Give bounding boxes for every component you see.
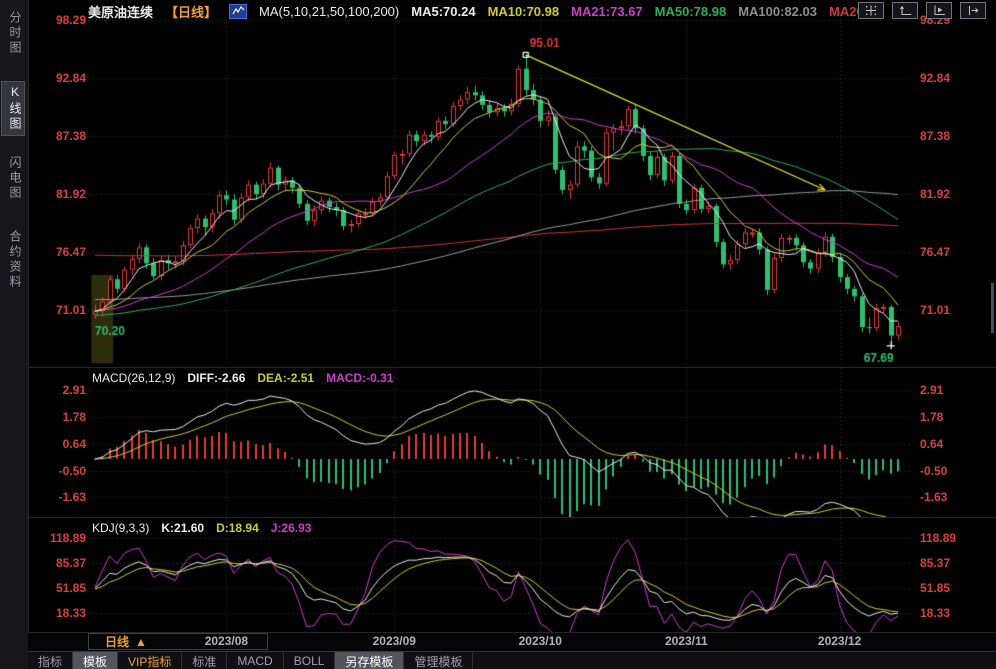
x-axis-date: 2023/08 [205, 634, 248, 648]
kdj-header: KDJ(9,3,3) K:21.60 D:18.94 J:26.93 [92, 521, 311, 535]
y-axis-tick: 18.33 [920, 606, 990, 620]
tab-vip-indicators[interactable]: VIP指标 [118, 652, 182, 669]
macd-title: MACD(26,12,9) [92, 371, 175, 385]
main-kline-chart[interactable] [88, 10, 910, 366]
tab-save-template[interactable]: 另存模板 [335, 652, 404, 669]
crosshair-icon[interactable] [858, 2, 884, 19]
line-chart-icon[interactable] [229, 4, 247, 19]
pan-right-icon[interactable] [960, 2, 986, 19]
y-axis-tick: 87.38 [920, 129, 990, 143]
y-axis-tick: 18.33 [28, 606, 86, 620]
x-axis-row: 日线 ▲ 2023/082023/092023/102023/112023/12 [28, 633, 996, 651]
ma-value: MA10:70.98 [488, 4, 560, 19]
ma-value: MA21:73.67 [571, 4, 643, 19]
kdj-value: J:26.93 [271, 521, 312, 535]
axis-zoom-icon[interactable] [892, 2, 918, 19]
x-axis-dates: 2023/08 2023/09 2023/10 2023/11 2023/12 [88, 634, 910, 650]
y-axis-tick: -0.50 [28, 464, 86, 478]
x-axis-date: 2023/09 [373, 634, 416, 648]
y-axis-tick: 2.91 [920, 383, 990, 397]
y-axis-tick: 92.84 [28, 71, 86, 85]
y-axis-tick: -0.50 [920, 464, 990, 478]
ma-value: MA50:78.98 [655, 4, 727, 19]
kdj-value: D:18.94 [216, 521, 259, 535]
y-axis-tick: 71.01 [28, 303, 86, 317]
tab-indicators[interactable]: 指标 [28, 652, 73, 669]
y-axis-tick: 76.47 [28, 245, 86, 259]
sidebar-item-flash-chart[interactable]: 闪电图 [2, 153, 24, 204]
axis-play-icon[interactable] [926, 2, 952, 19]
period-tag: 【日线】 [165, 2, 217, 21]
y-axis-tick: 81.92 [28, 187, 86, 201]
y-axis-tick: 1.78 [920, 410, 990, 424]
y-axis-tick: 118.89 [920, 531, 990, 545]
trading-app: 分时图 K线图闪电图合约资料 美原油连续 【日线】 MA(5,10,21,50,1… [0, 0, 996, 669]
macd-chart[interactable] [88, 368, 910, 517]
tab-boll[interactable]: BOLL [284, 652, 336, 669]
sidebar-item-contract-info[interactable]: 合约资料 [2, 227, 24, 293]
scrollbar-thumb[interactable] [991, 283, 994, 333]
ma-value: MA5:70.24 [411, 4, 475, 19]
y-axis-tick: 2.91 [28, 383, 86, 397]
chart-toolbar [858, 2, 986, 19]
y-axis-tick: 1.78 [28, 410, 86, 424]
macd-value: DEA:-2.51 [257, 371, 314, 385]
y-axis-tick: 85.37 [28, 556, 86, 570]
y-axis-tick: 0.64 [28, 437, 86, 451]
sidebar-item-kline-chart[interactable]: K线图 [2, 82, 24, 135]
kdj-title: KDJ(9,3,3) [92, 521, 149, 535]
symbol-name: 美原油连续 [88, 2, 153, 21]
ma-values: MA5:70.24 MA10:70.98 MA21:73.67 MA50:78.98 M… [411, 4, 882, 19]
y-axis-tick: 118.89 [28, 531, 86, 545]
tab-macd[interactable]: MACD [227, 652, 283, 669]
y-axis-tick: -1.63 [920, 490, 990, 504]
y-axis-left: 98.29 92.84 87.38 81.92 76.47 71.01 2.91 1.78 0.… [28, 0, 86, 669]
kdj-values: K:21.60 D:18.94 J:26.93 [161, 521, 311, 535]
tab-templates[interactable]: 模板 [73, 652, 118, 669]
y-axis-tick: -1.63 [28, 490, 86, 504]
y-axis-tick: 76.47 [920, 245, 990, 259]
bottom-tab-bar: 指标模板VIP指标标准MACDBOLL另存模板管理模板 [28, 651, 996, 669]
kdj-value: K:21.60 [161, 521, 204, 535]
tab-manage-template[interactable]: 管理模板 [404, 652, 473, 669]
y-axis-tick: 81.92 [920, 187, 990, 201]
y-axis-tick: 85.37 [920, 556, 990, 570]
ma-caption: MA(5,10,21,50,100,200) [259, 4, 399, 19]
x-axis-date: 2023/12 [818, 634, 861, 648]
macd-header: MACD(26,12,9) DIFF:-2.66 DEA:-2.51 MACD:-0… [92, 371, 393, 385]
x-axis-date: 2023/11 [665, 634, 708, 648]
sidebar-item-minute-chart[interactable]: 分时图 [2, 8, 24, 59]
y-axis-tick: 98.29 [28, 13, 86, 27]
y-axis-tick: 51.85 [28, 581, 86, 595]
y-axis-tick: 51.85 [920, 581, 990, 595]
sidebar: 分时图 K线图闪电图合约资料 [0, 0, 29, 669]
macd-value: DIFF:-2.66 [187, 371, 245, 385]
y-axis-tick: 87.38 [28, 129, 86, 143]
macd-value: MACD:-0.31 [326, 371, 393, 385]
kdj-chart[interactable] [88, 518, 910, 632]
y-axis-tick: 71.01 [920, 303, 990, 317]
tab-standard[interactable]: 标准 [182, 652, 227, 669]
ma-value: MA100:82.03 [738, 4, 817, 19]
y-axis-tick: 92.84 [920, 71, 990, 85]
y-axis-right: 98.2992.8487.3881.9276.4771.012.911.780.… [920, 0, 990, 669]
x-axis-date: 2023/10 [519, 634, 562, 648]
y-axis-tick: 0.64 [920, 437, 990, 451]
macd-values: DIFF:-2.66 DEA:-2.51 MACD:-0.31 [187, 371, 393, 385]
chart-header: 美原油连续 【日线】 MA(5,10,21,50,100,200) MA5:70… [88, 2, 882, 20]
